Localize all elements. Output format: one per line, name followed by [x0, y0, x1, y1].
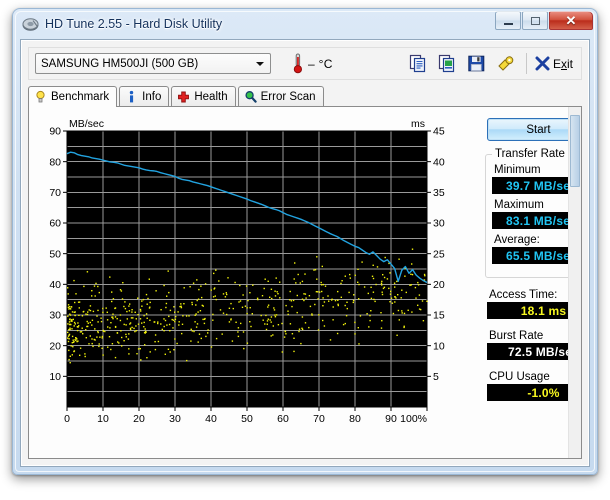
- drive-select-label: SAMSUNG HM500JI (500 GB): [41, 57, 199, 70]
- tab-info-label: Info: [142, 90, 162, 103]
- client-area: SAMSUNG HM500JI (500 GB) – °C Exit Bench…: [20, 39, 590, 467]
- svg-text:45: 45: [433, 126, 445, 138]
- window-title: HD Tune 2.55 - Hard Disk Utility: [45, 17, 223, 31]
- tab-error-scan[interactable]: Error Scan: [237, 86, 324, 106]
- benchmark-panel: MB/sec ms 10 20 30 40 50 60 70 80 90 5 10 15 20 25 30 35 4…: [28, 106, 582, 459]
- svg-text:15: 15: [433, 310, 445, 322]
- svg-text:40: 40: [205, 413, 217, 425]
- save-icon[interactable]: [467, 54, 486, 73]
- svg-text:80: 80: [49, 156, 61, 168]
- start-button-label: Start: [526, 123, 551, 136]
- svg-text:10: 10: [433, 340, 445, 352]
- temperature-value: – °C: [308, 56, 333, 71]
- tab-benchmark[interactable]: Benchmark: [28, 86, 118, 107]
- tab-health-label: Health: [194, 90, 228, 103]
- svg-text:50: 50: [241, 413, 253, 425]
- desktop-background: HD Tune 2.55 - Hard Disk Utility ✕ SAMSU…: [0, 0, 610, 500]
- maximize-button[interactable]: [522, 11, 548, 30]
- close-x-icon: [535, 56, 550, 71]
- svg-text:40: 40: [49, 279, 61, 291]
- svg-text:35: 35: [433, 187, 445, 199]
- minimize-icon: [503, 22, 513, 25]
- svg-text:10: 10: [49, 371, 61, 383]
- close-icon: ✕: [565, 13, 577, 28]
- tab-strip: Benchmark Info Health Error Scan: [28, 86, 582, 107]
- svg-text:30: 30: [433, 218, 445, 230]
- results-panel: Start Transfer Rate Minimum 39.7 MB/sec …: [481, 115, 581, 450]
- tab-health[interactable]: Health: [171, 86, 236, 106]
- svg-text:30: 30: [49, 310, 61, 322]
- harddisk-icon: [22, 17, 39, 31]
- svg-text:20: 20: [49, 340, 61, 352]
- close-button[interactable]: ✕: [549, 11, 593, 30]
- toolbar: SAMSUNG HM500JI (500 GB) – °C Exit: [28, 47, 582, 80]
- vertical-scrollbar[interactable]: [568, 107, 581, 458]
- scrollbar-thumb[interactable]: [570, 115, 580, 187]
- copy-image-icon[interactable]: [438, 54, 457, 73]
- lightbulb-icon: [36, 90, 45, 103]
- svg-text:0: 0: [64, 413, 70, 425]
- tab-benchmark-label: Benchmark: [51, 91, 110, 103]
- info-icon: [129, 90, 134, 102]
- svg-text:30: 30: [169, 413, 181, 425]
- minimize-button[interactable]: [495, 11, 521, 30]
- svg-text:100%: 100%: [400, 413, 427, 425]
- svg-text:25: 25: [433, 248, 445, 260]
- exit-label: Exit: [552, 56, 573, 71]
- svg-text:80: 80: [349, 413, 361, 425]
- chevron-down-icon[interactable]: [251, 55, 268, 72]
- svg-text:10: 10: [97, 413, 109, 425]
- exit-button[interactable]: Exit: [535, 56, 573, 71]
- svg-text:70: 70: [313, 413, 325, 425]
- svg-text:20: 20: [433, 279, 445, 291]
- svg-text:MB/sec: MB/sec: [69, 118, 104, 130]
- benchmark-graph: MB/sec ms 10 20 30 40 50 60 70 80 90 5 10 15 20 25 30 35 4…: [39, 115, 459, 433]
- benchmark-chart: MB/sec ms 10 20 30 40 50 60 70 80 90 5 10 15 20 25 30 35 4…: [49, 118, 445, 425]
- magnifier-icon: [245, 90, 257, 103]
- copy-icon[interactable]: [409, 54, 428, 73]
- tab-error-scan-label: Error Scan: [260, 90, 316, 103]
- svg-text:60: 60: [277, 413, 289, 425]
- svg-text:50: 50: [49, 248, 61, 260]
- drive-select[interactable]: SAMSUNG HM500JI (500 GB): [35, 53, 271, 74]
- svg-text:90: 90: [385, 413, 397, 425]
- title-bar: HD Tune 2.55 - Hard Disk Utility ✕: [13, 9, 597, 39]
- svg-text:90: 90: [49, 126, 61, 138]
- temperature-indicator: – °C: [293, 53, 333, 74]
- maximize-icon: [530, 16, 540, 25]
- tab-info[interactable]: Info: [119, 86, 170, 106]
- transfer-rate-legend: Transfer Rate: [492, 148, 568, 160]
- toolbar-icons: Exit: [404, 53, 581, 74]
- svg-text:70: 70: [49, 187, 61, 199]
- toolbar-divider: [525, 53, 527, 74]
- client-inner: SAMSUNG HM500JI (500 GB) – °C Exit Bench…: [21, 40, 589, 466]
- health-cross-icon: [178, 91, 190, 102]
- options-icon[interactable]: [496, 54, 515, 73]
- svg-text:40: 40: [433, 156, 445, 168]
- svg-text:5: 5: [433, 371, 439, 383]
- window-controls: ✕: [494, 11, 593, 30]
- thermometer-icon: [293, 53, 302, 74]
- application-window: HD Tune 2.55 - Hard Disk Utility ✕ SAMSU…: [12, 8, 598, 475]
- svg-text:ms: ms: [411, 118, 425, 130]
- svg-text:60: 60: [49, 218, 61, 230]
- svg-text:20: 20: [133, 413, 145, 425]
